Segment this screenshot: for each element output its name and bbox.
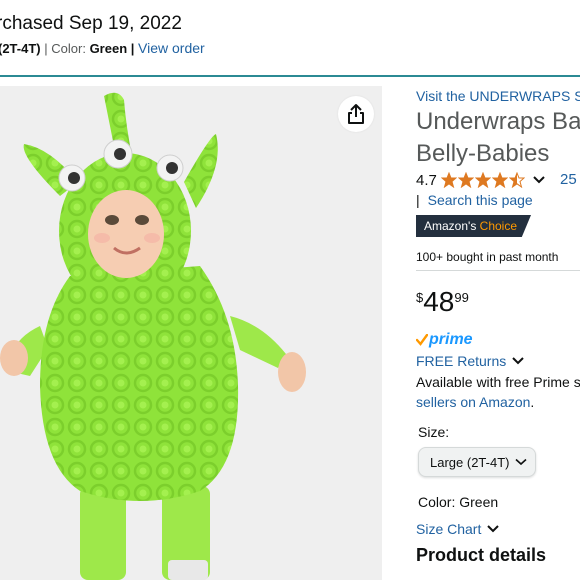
banner-divider xyxy=(0,75,580,77)
prime-check-icon xyxy=(416,334,428,346)
chevron-down-icon[interactable] xyxy=(532,175,546,185)
share-icon xyxy=(348,104,364,124)
color-line: Color: Green xyxy=(418,494,498,510)
size-chart-link[interactable]: Size Chart xyxy=(416,521,500,537)
sellers-on-amazon-link[interactable]: sellers on Amazon xyxy=(416,394,530,410)
search-page-row: | Search this page xyxy=(416,192,533,208)
size-label: Size: xyxy=(418,424,450,440)
amazons-choice-badge[interactable]: Amazon's Choice xyxy=(416,215,532,237)
price-fraction: 99 xyxy=(454,290,469,305)
costume-photo xyxy=(0,92,306,580)
product-title-line2: Belly-Babies xyxy=(416,140,550,167)
star-icon xyxy=(440,172,457,188)
order-banner: rchased Sep 19, 2022 (2T-4T) | Color: Gr… xyxy=(0,0,580,78)
prime-label: prime xyxy=(429,331,473,348)
share-button[interactable] xyxy=(338,96,374,132)
size-dropdown[interactable]: Large (2T-4T) xyxy=(418,447,536,477)
divider xyxy=(416,270,580,271)
separator: | xyxy=(416,192,420,208)
review-count[interactable]: 25 xyxy=(560,171,577,188)
bought-count: 100+ bought in past month xyxy=(416,250,559,264)
price: $4899 xyxy=(416,286,469,318)
badge-prefix: Amazon's xyxy=(424,219,477,233)
color-value: Green xyxy=(459,494,499,510)
color-label: Color: xyxy=(418,494,456,510)
star-icon xyxy=(491,172,508,188)
brand-store-link[interactable]: Visit the UNDERWRAPS St xyxy=(416,88,580,104)
rating-row[interactable]: 4.7 xyxy=(416,170,546,190)
product-title: Underwraps Ba xyxy=(416,108,580,135)
free-returns-link[interactable]: FREE Returns xyxy=(416,353,525,369)
order-meta: (2T-4T) | Color: Green | View order xyxy=(0,40,205,56)
price-symbol: $ xyxy=(416,290,424,305)
star-icon xyxy=(457,172,474,188)
meta-separator: | xyxy=(130,41,139,56)
chevron-down-icon xyxy=(487,525,500,533)
sellers-period: . xyxy=(530,394,535,410)
chevron-down-icon xyxy=(515,458,528,466)
badge-suffix: Choice xyxy=(479,219,518,233)
product-image[interactable] xyxy=(0,86,382,580)
purchase-date: rchased Sep 19, 2022 xyxy=(0,13,182,34)
search-this-page-link[interactable]: Search this page xyxy=(428,192,533,208)
availability-text: Available with free Prime s xyxy=(416,374,580,390)
size-chart-label: Size Chart xyxy=(416,521,482,537)
star-icon xyxy=(508,172,525,188)
view-order-link[interactable]: View order xyxy=(138,40,205,56)
free-returns-label: FREE Returns xyxy=(416,353,507,369)
order-color-label: Color: xyxy=(51,41,86,56)
star-icon xyxy=(474,172,491,188)
order-color-value: Green xyxy=(89,41,128,56)
product-details-heading: Product details xyxy=(416,545,547,565)
size-selected-value: Large (2T-4T) xyxy=(430,454,510,470)
sellers-line: sellers on Amazon. xyxy=(416,394,534,410)
rating-value: 4.7 xyxy=(416,171,437,189)
prime-badge[interactable]: prime xyxy=(416,330,473,350)
price-whole: 48 xyxy=(423,286,455,317)
chevron-down-icon xyxy=(512,357,524,365)
order-size: (2T-4T) xyxy=(0,41,41,56)
star-rating xyxy=(440,172,526,188)
